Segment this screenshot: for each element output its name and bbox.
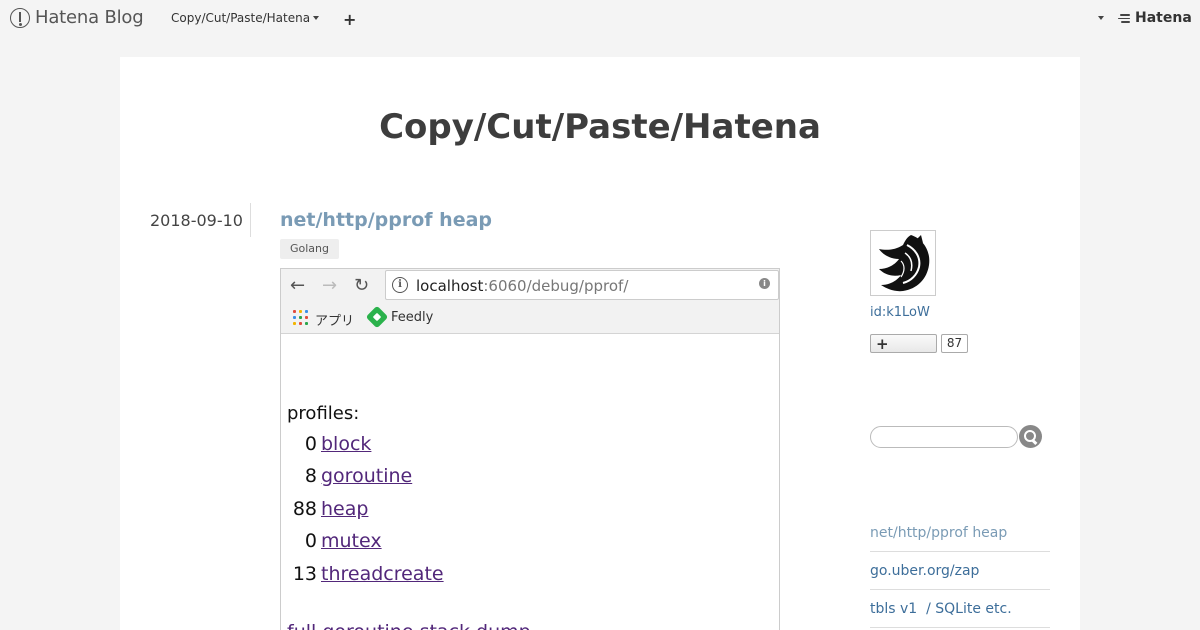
plus-icon: + [876, 335, 889, 353]
hatena-blog-logo-icon [10, 7, 30, 28]
avatar[interactable] [870, 230, 936, 296]
bookmark-apps: アプリ [315, 314, 355, 329]
blog-title[interactable]: Copy/Cut/Paste/Hatena [120, 107, 1080, 147]
profile-row: 13 threadcreate [292, 563, 444, 585]
profile-picture [879, 235, 930, 292]
back-arrow-icon: ← [290, 275, 306, 296]
user-menu-chevron-down-icon[interactable] [1098, 16, 1104, 20]
entry-date[interactable]: 2018-09-10 [150, 211, 243, 230]
blog-switcher-label: Copy/Cut/Paste/Hatena [171, 11, 311, 25]
feedly-icon [365, 305, 389, 329]
bookmark-feedly: Feedly [391, 310, 434, 325]
entry-screenshot-image: ← → ↻ i localhost:6060/debug/pprof/ i アプ… [280, 268, 780, 630]
entry-title[interactable]: net/http/pprof heap [280, 209, 492, 231]
search-input[interactable] [870, 426, 1018, 448]
browser-toolbar: ← → ↻ i localhost:6060/debug/pprof/ i [281, 269, 779, 302]
blog-switcher-menu[interactable]: Copy/Cut/Paste/Hatena [171, 11, 320, 25]
profile-row: 88 heap [292, 498, 369, 520]
page-info-icon: i [759, 278, 770, 289]
follower-count[interactable]: 87 [941, 334, 968, 353]
apps-grid-icon [293, 310, 309, 326]
reload-icon: ↻ [354, 275, 370, 296]
add-entry-button[interactable]: + [343, 10, 356, 29]
search-icon[interactable] [1019, 425, 1042, 448]
global-header: Hatena Blog Copy/Cut/Paste/Hatena + Hate… [0, 0, 1200, 38]
profile-row: 8 goroutine [304, 465, 413, 487]
address-bar: i localhost:6060/debug/pprof/ i [385, 270, 779, 300]
forward-arrow-icon: → [322, 275, 338, 296]
hatena-logo-link[interactable]: Hatena [1118, 10, 1192, 26]
profiles-heading: profiles: [287, 403, 360, 424]
hatena-wave-icon [1118, 13, 1132, 23]
follow-button[interactable]: + [870, 334, 937, 353]
bookmarks-bar: アプリ Feedly [281, 302, 779, 334]
category-tag[interactable]: Golang [280, 239, 340, 259]
hatena-blog-brand[interactable]: Hatena Blog [10, 7, 144, 28]
brand-text: Hatena Blog [35, 7, 144, 28]
user-id-link[interactable]: id:k1LoW [870, 305, 930, 320]
info-icon: i [392, 277, 408, 293]
recent-entries-list: net/http/pprof heap go.uber.org/zap tbls… [870, 514, 1050, 628]
url-text: localhost:6060/debug/pprof/ [416, 277, 629, 295]
chevron-down-icon [313, 16, 320, 20]
profile-row: 0 block [304, 433, 372, 455]
profile-row: 0 mutex [304, 530, 382, 552]
recent-entry-link[interactable]: go.uber.org/zap [870, 552, 1050, 590]
full-goroutine-dump-link: full goroutine stack dump [287, 621, 531, 630]
hatena-logo-text: Hatena [1135, 10, 1192, 26]
date-divider [250, 203, 251, 237]
recent-entry-link[interactable]: net/http/pprof heap [870, 514, 1050, 552]
recent-entry-link[interactable]: tbls v1 / SQLite etc. [870, 590, 1050, 628]
